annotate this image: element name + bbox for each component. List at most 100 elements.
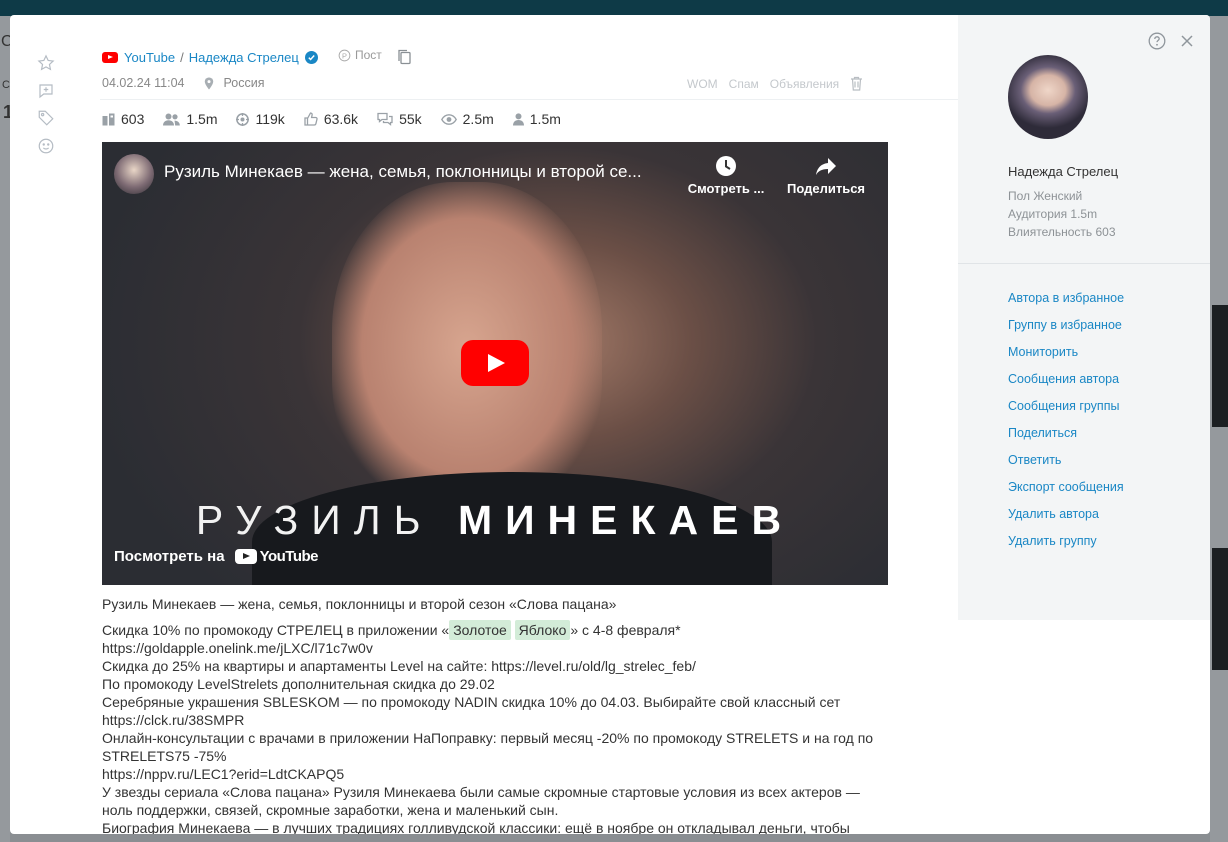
- post-type-icon: P: [338, 49, 351, 61]
- author-influence: Влиятельность 603: [1008, 225, 1116, 239]
- stat-value: 1.5m: [529, 111, 561, 127]
- star-icon[interactable]: [36, 53, 56, 73]
- post-meta: 04.02.24 11:04 Россия: [102, 76, 264, 90]
- youtube-icon: [102, 51, 118, 63]
- add-group-favorites-link[interactable]: Группу в избранное: [1008, 318, 1122, 332]
- svg-text:P: P: [342, 51, 347, 60]
- text-line: ноль поддержки, связей, скромные заработ…: [102, 802, 559, 818]
- stat-value: 1.5m: [186, 111, 218, 127]
- author-panel: Надежда Стрелец Пол Женский Аудитория 1.…: [958, 15, 1210, 620]
- monitor-link[interactable]: Мониторить: [1008, 345, 1078, 359]
- text-line: Биография Минекаева — в лучших традициях…: [102, 820, 850, 834]
- text-line: По промокоду LevelStrelets дополнительна…: [102, 676, 495, 692]
- author-name: Надежда Стрелец: [1008, 164, 1119, 179]
- background-text: С: [2, 79, 10, 91]
- text-line: STRELETS75 -75%: [102, 748, 227, 764]
- watch-later-button[interactable]: Смотреть ...: [682, 154, 770, 196]
- share-button[interactable]: Поделиться: [784, 154, 868, 196]
- highlighted-keyword: Яблоко: [514, 620, 571, 640]
- post-stats: 603 1.5m 119k 63.6k 55k 2.5m 1.5m: [102, 110, 580, 128]
- stat-value: 55k: [399, 111, 422, 127]
- header-divider: [100, 99, 958, 100]
- author-messages-link[interactable]: Сообщения автора: [1008, 372, 1119, 386]
- author-audience: Аудитория 1.5m: [1008, 207, 1098, 221]
- post-text: Рузиль Минекаев — жена, семья, поклонниц…: [102, 595, 902, 834]
- post-type: P Пост: [338, 48, 382, 62]
- comment-icon[interactable]: [36, 81, 56, 101]
- reply-link[interactable]: Ответить: [1008, 453, 1061, 467]
- author-gender: Пол Женский: [1008, 189, 1083, 203]
- overlay-last-name: МИНЕКАЕВ: [457, 497, 795, 543]
- text-line: https://nppv.ru/LEC1?erid=LdtCKAPQ5: [102, 766, 345, 782]
- background-dark-block: [1212, 548, 1228, 670]
- reach-icon: [236, 112, 250, 126]
- export-message-link[interactable]: Экспорт сообщения: [1008, 480, 1124, 494]
- text-line: Онлайн-консультации с врачами в приложен…: [102, 730, 874, 746]
- spam-button[interactable]: Спам: [729, 77, 759, 91]
- video-player[interactable]: Рузиль Минекаев — жена, семья, поклонниц…: [102, 142, 888, 585]
- ads-button[interactable]: Объявления: [770, 77, 839, 91]
- close-icon[interactable]: [1180, 34, 1194, 48]
- stat-audience: 1.5m: [163, 111, 217, 127]
- channel-avatar[interactable]: [114, 154, 154, 194]
- youtube-icon: [234, 549, 257, 564]
- add-author-favorites-link[interactable]: Автора в избранное: [1008, 291, 1124, 305]
- panel-divider: [958, 263, 1210, 264]
- stat-comments: 55k: [377, 111, 422, 127]
- post-source: YouTube / Надежда Стрелец: [102, 48, 318, 66]
- wom-button[interactable]: WOM: [687, 77, 718, 91]
- clock-icon: [716, 156, 736, 176]
- promo-suffix: » с 4-8 февраля*: [570, 622, 681, 638]
- stat-value: 119k: [255, 111, 285, 127]
- post-title-line: Рузиль Минекаев — жена, семья, поклонниц…: [102, 596, 617, 612]
- share-link[interactable]: Поделиться: [1008, 426, 1077, 440]
- help-icon[interactable]: [1148, 32, 1166, 50]
- delete-author-link[interactable]: Удалить автора: [1008, 507, 1099, 521]
- text-line: https://clck.ru/38SMPR: [102, 712, 245, 728]
- promo-line: Скидка 10% по промокоду СТРЕЛЕЦ в прилож…: [102, 620, 902, 640]
- author-avatar[interactable]: [1008, 55, 1088, 139]
- panel-controls: [1148, 32, 1194, 50]
- youtube-wordmark-text: YouTube: [259, 548, 319, 565]
- likes-icon: [304, 112, 318, 126]
- tag-icon[interactable]: [36, 108, 56, 128]
- video-title[interactable]: Рузиль Минекаев — жена, семья, поклонниц…: [164, 162, 674, 182]
- background-left-strip: [0, 16, 10, 842]
- trash-icon[interactable]: [850, 76, 863, 91]
- post-type-label: Пост: [355, 48, 382, 62]
- text-line: Скидка до 25% на квартиры и апартаменты …: [102, 658, 696, 674]
- stat-value: 2.5m: [462, 111, 494, 127]
- left-action-rail: [10, 15, 80, 834]
- post-datetime: 04.02.24 11:04: [102, 76, 185, 90]
- background-topbar: [0, 0, 1228, 16]
- stat-influence: 603: [102, 111, 144, 127]
- play-button[interactable]: [461, 340, 529, 386]
- post-modal: YouTube / Надежда Стрелец P Пост 04.02.2…: [10, 15, 1210, 834]
- delete-group-link[interactable]: Удалить группу: [1008, 534, 1097, 548]
- background-right-strip: [1210, 16, 1228, 842]
- influence-icon: [102, 113, 115, 125]
- text-line: https://goldapple.onelink.me/jLXC/l71c7w…: [102, 640, 373, 656]
- author-link[interactable]: Надежда Стрелец: [189, 50, 299, 65]
- watch-on-label: Посмотреть на: [114, 548, 225, 565]
- text-line: У звезды сериала «Слова пацана» Рузиля М…: [102, 784, 860, 800]
- overlay-first-name: РУЗИЛЬ: [195, 497, 434, 543]
- location-icon: [205, 77, 214, 89]
- watch-on-youtube[interactable]: Посмотреть на YouTube: [114, 548, 319, 565]
- group-messages-link[interactable]: Сообщения группы: [1008, 399, 1119, 413]
- video-overlay-name: РУЗИЛЬ МИНЕКАЕВ: [102, 497, 888, 544]
- text-line: Серебряные украшения SBLESKOM — по промо…: [102, 694, 841, 710]
- source-link[interactable]: YouTube: [124, 50, 175, 65]
- views-icon: [440, 113, 457, 125]
- post-location: Россия: [223, 76, 265, 90]
- share-label: Поделиться: [786, 181, 866, 196]
- background-dark-block: [1212, 305, 1228, 427]
- audience-icon: [163, 113, 181, 125]
- stat-value: 603: [121, 111, 145, 127]
- promo-prefix: Скидка 10% по промокоду СТРЕЛЕЦ в прилож…: [102, 622, 450, 638]
- copy-icon[interactable]: [396, 48, 412, 66]
- verified-icon: [304, 50, 318, 64]
- watch-later-label: Смотреть ...: [687, 181, 765, 196]
- stat-views: 2.5m: [440, 111, 494, 127]
- smiley-icon[interactable]: [36, 136, 56, 156]
